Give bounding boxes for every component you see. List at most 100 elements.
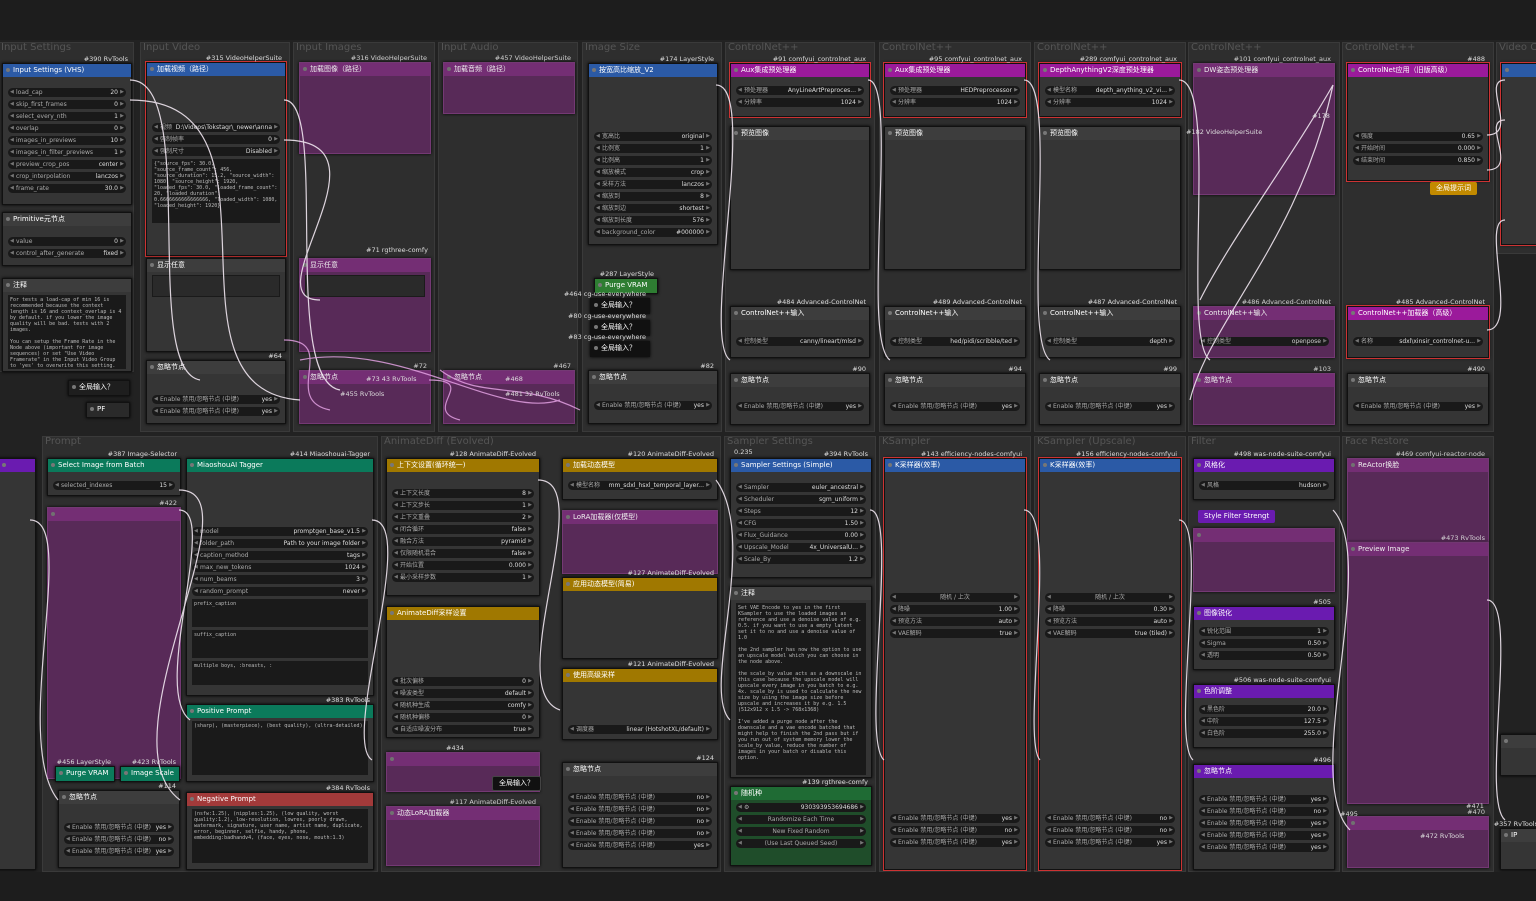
widget-prop-width[interactable]: 比例宽1 <box>594 144 712 153</box>
right-edge-node[interactable]: #357 RvTools IP <box>1494 820 1536 870</box>
widget-denoise[interactable]: 降噪1.00 <box>890 605 1020 614</box>
widget-model-name[interactable]: 模型名称mm_sdxl_hsxl_temporal_layer... <box>568 481 712 490</box>
seed-control[interactable]: 随机 / 上次 <box>890 593 1020 602</box>
video-combine-node[interactable] <box>1500 62 1536 246</box>
negative-prompt-node[interactable]: #384 RvTools Negative Prompt (nsfw:1.25)… <box>186 784 374 870</box>
bypass-row[interactable]: Enable 禁用/忽略节点 (中键)no <box>1045 826 1175 835</box>
widget-style[interactable]: 风格hudson <box>1199 481 1329 490</box>
controlnet-loader-node[interactable]: #485 Advanced-ControlNet ControlNet++加载器… <box>1346 298 1490 359</box>
widget-context-length[interactable]: 上下文长度8 <box>392 489 534 498</box>
bypass-row[interactable]: Enable 禁用/忽略节点 (中键)yes <box>568 841 712 850</box>
widget-control-after-generate[interactable]: control_after_generatefixed <box>8 249 126 258</box>
bypass-row[interactable]: Enable 禁用/忽略节点 (中键)yes <box>1045 838 1175 847</box>
widget-images-in-previews[interactable]: images_in_previews10 <box>8 136 126 145</box>
widget-scale-length[interactable]: 缩放到长度576 <box>594 216 712 225</box>
image-sharpen-node[interactable]: #505 图像锐化 锐化范围1 Sigma0.50 透明0.50 <box>1193 598 1335 670</box>
bypass-node-496[interactable]: #496 忽略节点 Enable 禁用/忽略节点 (中键)yes Enable … <box>1193 756 1335 870</box>
anything-everywhere-node[interactable]: 全局输入？ <box>492 776 541 791</box>
show-any-node[interactable]: 显示任意 <box>146 258 286 352</box>
bypass-row[interactable]: Enable 禁用/忽略节点 (中键)yes <box>1045 402 1175 411</box>
bypass-row[interactable]: Enable 禁用/忽略节点 (中键)no <box>568 829 712 838</box>
controlnet-apply-node[interactable]: #488 ControlNet应用（旧版高级） 强度0.65 开始时间0.000… <box>1346 55 1490 182</box>
widget-flux-guidance[interactable]: Flux_Guidance0.00 <box>736 531 866 540</box>
seed-node[interactable]: #139 rgthree-comfy 随机种 ⚙930393953694686 … <box>730 778 872 866</box>
bypass-node-124[interactable]: #124 忽略节点 Enable 禁用/忽略节点 (中键)no Enable 禁… <box>562 754 718 868</box>
prefix-caption-text[interactable]: prefix_caption <box>192 599 368 627</box>
animatediff-settings-node[interactable]: AnimateDiff采样设置 批次偏移0 噪波类型default 随机种生成c… <box>386 606 540 738</box>
widget-value[interactable]: value0 <box>8 237 126 246</box>
bypass-row[interactable]: Enable 禁用/忽略节点 (中键)yes <box>152 407 280 416</box>
miaoshouai-tagger-node[interactable]: #414 Miaoshouai-Tagger MiaoshouAI Tagger… <box>186 450 374 696</box>
tags-output-text[interactable]: multiple boys, :breasts, : <box>192 661 368 685</box>
bypass-row[interactable]: Enable 禁用/忽略节点 (中键)yes <box>64 823 174 832</box>
widget-select-every-nth[interactable]: select_every_nth1 <box>8 112 126 121</box>
widget-resolution[interactable]: 分辨率1024 <box>1045 98 1175 107</box>
select-image-batch-node[interactable]: #387 Image-Selector Select Image from Ba… <box>47 450 181 496</box>
widget-denoise[interactable]: 降噪0.30 <box>1045 605 1175 614</box>
style-filter-strength-node[interactable]: Style Filter Strengt <box>1198 510 1276 523</box>
widget-strength[interactable]: 强度0.65 <box>1353 132 1483 141</box>
preview-image-node[interactable]: 预览图像 <box>884 126 1026 270</box>
widget-scale-side[interactable]: 缩放到边shortest <box>594 204 712 213</box>
widget-bg-color[interactable]: background_color#000000 <box>594 228 712 237</box>
widget-frame-rate[interactable]: frame_rate30.0 <box>8 184 126 193</box>
widget-force-size[interactable]: 强制尺寸Disabled <box>152 147 280 156</box>
widget-preview-method[interactable]: 预览方法auto <box>890 617 1020 626</box>
prompt-everywhere-node[interactable]: 全局提示词 <box>1430 182 1477 195</box>
widget-steps[interactable]: Steps12 <box>736 507 866 516</box>
bypass-row[interactable]: Enable 禁用/忽略节点 (中键)yes <box>1199 831 1329 840</box>
widget-sigma[interactable]: Sigma0.50 <box>1199 639 1329 648</box>
widget-closed-loop[interactable]: 闭合循环false <box>392 525 534 534</box>
bypass-row[interactable]: Enable 禁用/忽略节点 (中键)no <box>64 835 174 844</box>
widget-black-level[interactable]: 黑色阶20.0 <box>1199 705 1329 714</box>
widget-control-type[interactable]: 控制类型hed/pidi/scribble/ted <box>890 337 1020 346</box>
widget-beta-schedule[interactable]: 调度器linear (HotshotXL/default) <box>568 725 712 734</box>
widget-seed[interactable]: ⚙930393953694686 <box>736 803 866 812</box>
widget-scheduler[interactable]: Schedulersgm_uniform <box>736 495 866 504</box>
widget-preview-crop-pos[interactable]: preview_crop_poscenter <box>8 160 126 169</box>
apply-motion-model-node[interactable]: #127 AnimateDiff-Evolved 应用动态模型(简易) <box>562 569 718 659</box>
widget-crop-interpolation[interactable]: crop_interpolationlanczos <box>8 172 126 181</box>
bypass-node-470[interactable]: #470 <box>1347 808 1489 868</box>
ksampler-upscale-node[interactable]: #156 efficiency-nodes-comfyui K采样器(效率) 随… <box>1038 450 1182 871</box>
positive-prompt-text[interactable]: (sharp), (masterpiece), (best quality), … <box>192 721 368 775</box>
widget-preprocessor[interactable]: 预处理器AnyLineArtPreproces... <box>736 86 864 95</box>
widget-round-to[interactable]: 缩放到8 <box>594 192 712 201</box>
bypass-node-99[interactable]: #99 忽略节点 Enable 禁用/忽略节点 (中键)yes <box>1039 365 1181 425</box>
bypass-node-490[interactable]: #490 忽略节点 Enable 禁用/忽略节点 (中键)yes <box>1347 365 1489 425</box>
bypass-row[interactable]: Enable 禁用/忽略节点 (中键)yes <box>1199 795 1329 804</box>
widget-seed-offset[interactable]: 随机种偏移0 <box>392 713 534 722</box>
bypass-node-114[interactable]: #114 忽略节点 Enable 禁用/忽略节点 (中键)yes Enable … <box>58 782 180 868</box>
bypass-node-94[interactable]: #94 忽略节点 Enable 禁用/忽略节点 (中键)yes <box>884 365 1026 425</box>
widget-batch-offset[interactable]: 批次偏移0 <box>392 677 534 686</box>
widget-num-beams[interactable]: num_beams3 <box>192 575 368 584</box>
widget-preprocessor[interactable]: 预处理器HEDPreprocessor <box>890 86 1020 95</box>
note-node[interactable]: 注释 For tests a load-cap of min 16 is rec… <box>2 278 132 372</box>
bypass-row[interactable]: Enable 禁用/忽略节点 (中键)no <box>1045 814 1175 823</box>
note-text[interactable]: For tests a load-cap of min 16 is recomm… <box>8 295 126 369</box>
depth-anything-node[interactable]: #289 comfyui_controlnet_aux DepthAnythin… <box>1038 55 1182 118</box>
widget-end[interactable]: 结束时间0.850 <box>1353 156 1483 165</box>
widget-adapt-denoise[interactable]: 自适应噪波分布true <box>392 725 534 734</box>
load-motion-model-node[interactable]: #120 AnimateDiff-Evolved 加载动态模型 模型名称mm_s… <box>562 450 718 500</box>
positive-prompt-node[interactable]: #383 RvTools Positive Prompt (sharp), (m… <box>186 696 374 782</box>
widget-control-type[interactable]: 控制类型depth <box>1045 337 1175 346</box>
bypass-row[interactable]: Enable 禁用/忽略节点 (中键)yes <box>890 838 1020 847</box>
widget-force-rate[interactable]: 强制帧率0 <box>152 135 280 144</box>
ksampler-efficient-node[interactable]: #143 efficiency-nodes-comfyui K采样器(效率) 随… <box>883 450 1027 871</box>
primitive-node[interactable]: Primitive元节点 value0 control_after_genera… <box>2 212 132 266</box>
bypass-row[interactable]: Enable 禁用/忽略节点 (中键)no <box>890 826 1020 835</box>
widget-fuse-method[interactable]: 融合方法pyramid <box>392 537 534 546</box>
widget-seed-gen[interactable]: 随机种生成comfy <box>392 701 534 710</box>
lut-node[interactable] <box>1193 528 1335 592</box>
sampler-settings-node[interactable]: #394 RvTools Sampler Settings (Simple) S… <box>730 450 872 578</box>
widget-method[interactable]: 采样方法lanczos <box>594 180 712 189</box>
widget-model-name[interactable]: 模型名称depth_anything_v2_vi... <box>1045 86 1175 95</box>
randomize-each-time-button[interactable]: Randomize Each Time <box>736 815 866 824</box>
bypass-row[interactable]: Enable 禁用/忽略节点 (中键)yes <box>890 814 1020 823</box>
levels-node[interactable]: #506 was-node-suite-comfyui 色阶调整 黑色阶20.0… <box>1193 676 1335 748</box>
widget-context-stride[interactable]: 上下文步长1 <box>392 501 534 510</box>
note-node[interactable]: 注释 Set VAE Encode to yes in the first KS… <box>730 586 872 778</box>
context-options-node[interactable]: #128 AnimateDiff-Evolved 上下文设置(循环统一) 上下文… <box>386 450 540 596</box>
bypass-row[interactable]: Enable 禁用/忽略节点 (中键)yes <box>594 401 712 410</box>
